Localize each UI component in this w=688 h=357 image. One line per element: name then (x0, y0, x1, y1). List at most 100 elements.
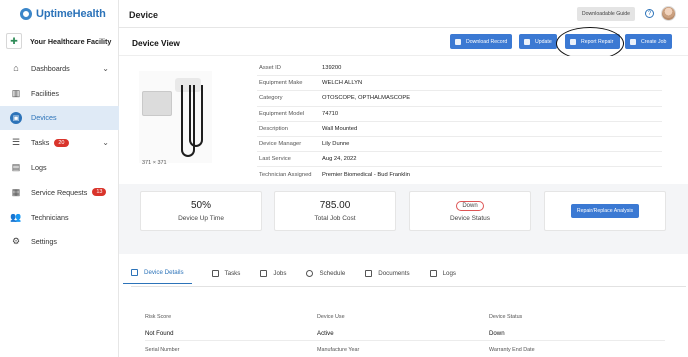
create-job-label: Create Job (641, 38, 667, 45)
detail-value: Down (489, 329, 505, 337)
tab-documents[interactable]: Documents (365, 262, 410, 284)
info-value: Premier Biomedical - Bud Franklin (322, 171, 410, 178)
device-status-label: Device Status (449, 214, 491, 222)
detail-label-row: Risk Score Device Use Device Status (145, 309, 665, 325)
sidebar-item-tasks[interactable]: ☰ Tasks 20 ⌄ (0, 130, 119, 155)
detail-label-row: Serial Number Manufacture Year Warranty … (145, 347, 661, 353)
info-value: Wall Mounted (322, 125, 358, 132)
tab-label: Device Details (144, 269, 184, 276)
logs-icon: ▤ (11, 162, 21, 173)
detail-label: Device Status (489, 314, 523, 320)
gear-logo-icon (20, 8, 32, 20)
people-icon: 👥 (10, 211, 22, 222)
tab-schedule[interactable]: Schedule (306, 262, 345, 284)
info-row: Asset ID 139200 (257, 61, 662, 77)
clock-icon (306, 269, 314, 277)
status-badge: Down (456, 200, 484, 211)
info-key: Technician Assigned (259, 171, 312, 178)
info-value: Lily Dunne (322, 141, 350, 148)
detail-value: Not Found (145, 329, 174, 337)
detail-label: Device Use (317, 314, 345, 320)
create-job-button[interactable]: Create Job (625, 34, 672, 49)
info-key: Last Service (259, 156, 291, 163)
tab-bar: Device Details Tasks Jobs Schedule Docum… (123, 262, 476, 284)
device-status-card: Down Device Status (409, 191, 531, 231)
info-key: Equipment Make (259, 80, 303, 87)
downloadable-guide-button[interactable]: Downloadable Guide (577, 7, 635, 21)
info-key: Equipment Model (259, 110, 305, 117)
facility-selector[interactable]: ✚ Your Healthcare Facility (6, 30, 119, 52)
tab-label: Jobs (273, 269, 287, 277)
sidebar-item-facilities[interactable]: ▥ Facilities (0, 81, 119, 106)
uptime-value: 50% (190, 200, 211, 211)
sidebar-item-label: Technicians (31, 212, 69, 222)
device-cord (189, 85, 203, 147)
device-info-table: Asset ID 139200 Equipment Make WELCH ALLYN… (257, 61, 662, 183)
tab-device-details[interactable]: Device Details (123, 262, 192, 284)
tab-label: Logs (442, 269, 456, 277)
info-value: WELCH ALLYN (322, 80, 363, 87)
info-value: 139200 (322, 65, 342, 72)
download-record-button[interactable]: Download Record (450, 34, 512, 49)
info-row: Device Manager Lily Dunne (257, 137, 662, 153)
detail-value-row: Not Found Active Down (145, 325, 665, 341)
tab-label: Schedule (319, 269, 346, 277)
info-key: Device Manager (259, 141, 302, 148)
facility-logo-icon: ✚ (6, 33, 22, 49)
info-value: Aug 24, 2022 (322, 156, 357, 163)
info-key: Category (259, 95, 283, 102)
sidebar-item-service-requests[interactable]: ▦ Service Requests 13 (0, 180, 119, 205)
detail-label: Serial Number (145, 347, 180, 353)
update-label: Update (535, 38, 552, 45)
sidebar-item-dashboards[interactable]: ⌂ Dashboards ⌄ (0, 56, 119, 81)
home-icon: ⌂ (13, 63, 19, 74)
info-row: Equipment Model 74710 (257, 107, 662, 122)
device-view-header: Device View Download Record Update Repor… (119, 27, 688, 60)
avatar[interactable] (661, 6, 676, 21)
chevron-down-icon[interactable]: ⌄ (102, 64, 109, 73)
info-row: Equipment Make WELCH ALLYN (257, 76, 662, 92)
save-icon (455, 38, 461, 45)
job-cost-card: 785.00 Total Job Cost (274, 191, 396, 231)
info-key: Asset ID (259, 65, 281, 72)
repair-replace-analysis-button[interactable]: Repair/Replace Analysis (570, 204, 640, 218)
top-bar: Device Downloadable Guide ? (119, 0, 688, 28)
detail-label: Risk Score (145, 314, 172, 320)
device-info-panel: 371 × 371 Asset ID 139200 Equipment Make W… (119, 56, 688, 184)
gear-icon: ⚙ (11, 236, 21, 247)
sidebar-item-devices[interactable]: ▣ Devices (0, 105, 119, 131)
sidebar-item-label: Devices (31, 113, 57, 123)
stat-cards: 50% Device Up Time 785.00 Total Job Cost… (119, 184, 688, 240)
info-row: Technician Assigned Premier Biomedical - … (257, 167, 662, 182)
sidebar-item-label: Service Requests (31, 187, 88, 197)
detail-label: Warranty End Date (489, 347, 535, 353)
tab-label: Documents (378, 269, 410, 277)
tab-jobs[interactable]: Jobs (260, 262, 286, 284)
app-name: UptimeHealth (36, 8, 106, 20)
sidebar-item-label: Facilities (31, 88, 59, 98)
device-icon: ▣ (10, 111, 22, 124)
clipboard-icon: ▦ (11, 186, 21, 197)
app-logo[interactable]: UptimeHealth (20, 7, 106, 21)
update-button[interactable]: Update (519, 34, 557, 49)
tasks-icon: ☰ (11, 137, 21, 148)
building-icon: ▥ (11, 87, 21, 98)
sidebar-item-settings[interactable]: ⚙ Settings (0, 230, 119, 255)
job-cost-value: 785.00 (319, 200, 351, 211)
sidebar-item-label: Logs (31, 163, 47, 173)
sidebar-item-label: Dashboards (31, 63, 70, 73)
chevron-down-icon[interactable]: ⌄ (102, 138, 109, 147)
tab-tasks[interactable]: Tasks (211, 262, 240, 284)
image-dimensions: 371 × 371 (142, 160, 167, 166)
sidebar-item-logs[interactable]: ▤ Logs (0, 155, 119, 180)
device-image (139, 71, 212, 163)
sidebar-item-technicians[interactable]: 👥 Technicians (0, 205, 119, 230)
tasks-count-badge: 20 (54, 138, 69, 147)
tab-logs[interactable]: Logs (429, 262, 456, 284)
detail-value: Active (317, 329, 334, 337)
job-icon (630, 38, 636, 45)
help-icon[interactable]: ? (645, 9, 654, 18)
tab-divider (131, 286, 686, 287)
logs-icon (429, 269, 437, 277)
info-value: OTOSCOPE, OPTHALMASCOPE (322, 95, 411, 102)
